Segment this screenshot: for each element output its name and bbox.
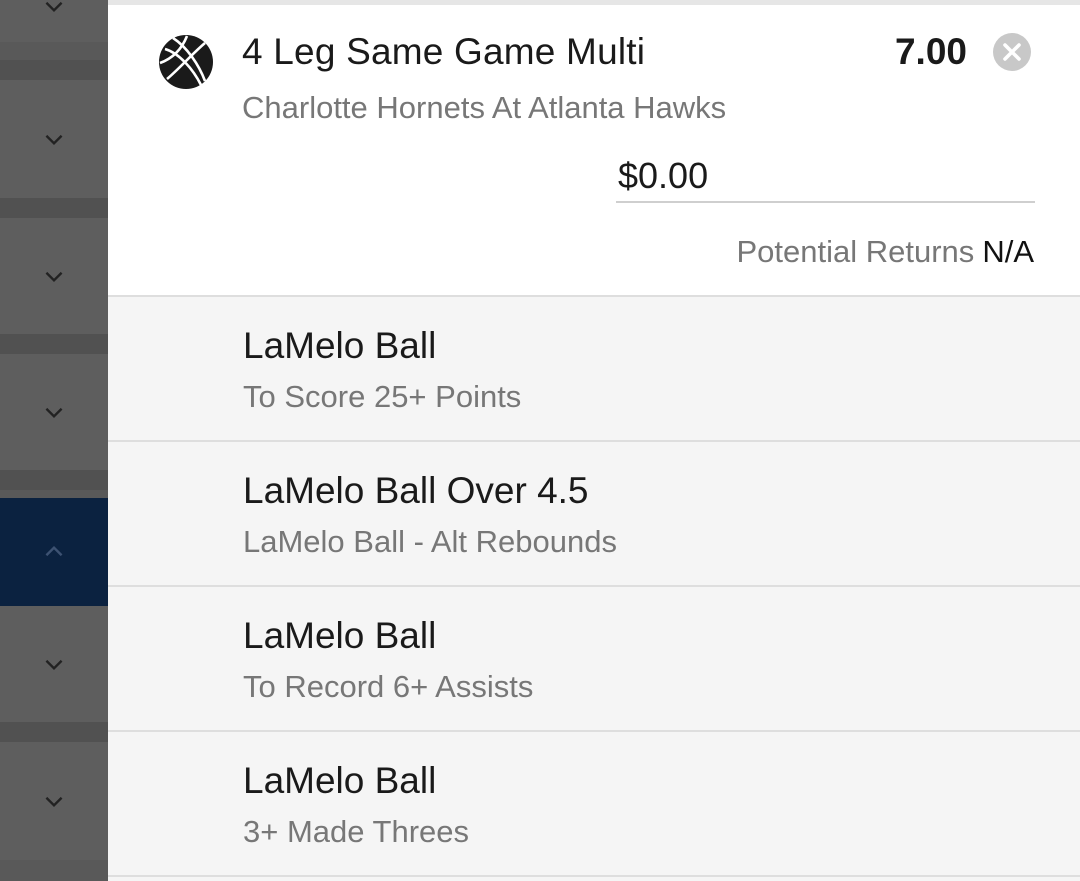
bet-title: 4 Leg Same Game Multi	[242, 31, 646, 72]
leg-market: To Score 25+ Points	[243, 379, 522, 414]
rail-divider	[0, 470, 108, 490]
leg-market: LaMelo Ball - Alt Rebounds	[243, 524, 617, 559]
chevron-down-icon	[45, 659, 63, 671]
leg-item: LaMelo Ball To Score 25+ Points	[108, 297, 1080, 442]
stake-input[interactable]	[616, 151, 1035, 203]
potential-returns-value: N/A	[982, 234, 1034, 269]
leg-item: LaMelo Ball Over 4.5 LaMelo Ball - Alt R…	[108, 442, 1080, 587]
accordion-toggle-3[interactable]	[0, 218, 108, 334]
rail-divider	[0, 198, 108, 218]
basketball-icon	[159, 35, 213, 89]
rail-divider	[0, 722, 108, 742]
chevron-down-icon	[45, 796, 63, 808]
remove-bet-button[interactable]	[992, 32, 1032, 72]
leg-market: To Record 6+ Assists	[243, 669, 534, 704]
accordion-toggle-5-active[interactable]	[0, 498, 108, 606]
event-name: Charlotte Hornets At Atlanta Hawks	[242, 90, 727, 125]
leg-title: LaMelo Ball	[243, 760, 437, 801]
background-accordion-rail	[0, 0, 108, 881]
rail-divider	[0, 60, 108, 80]
bet-header: 4 Leg Same Game Multi 7.00 Charlotte Hor…	[108, 5, 1080, 297]
potential-returns: Potential Returns N/A	[737, 234, 1035, 270]
chevron-down-icon	[45, 407, 63, 419]
leg-item: LaMelo Ball To Record 6+ Assists	[108, 587, 1080, 732]
potential-returns-label: Potential Returns	[736, 234, 975, 269]
rail-divider	[0, 334, 108, 354]
accordion-toggle-4[interactable]	[0, 354, 108, 470]
chevron-down-icon	[45, 134, 63, 146]
leg-title: LaMelo Ball Over 4.5	[243, 470, 589, 511]
leg-title: LaMelo Ball	[243, 325, 437, 366]
accordion-toggle-2[interactable]	[0, 80, 108, 198]
chevron-down-icon	[45, 1, 63, 13]
bet-slip-panel: 4 Leg Same Game Multi 7.00 Charlotte Hor…	[108, 0, 1080, 881]
leg-title: LaMelo Ball	[243, 615, 437, 656]
accordion-toggle-7[interactable]	[0, 742, 108, 860]
bet-odds[interactable]: 7.00	[895, 31, 967, 73]
leg-market: 3+ Made Threes	[243, 814, 470, 849]
accordion-toggle-6[interactable]	[0, 606, 108, 722]
chevron-up-icon	[45, 545, 63, 557]
chevron-down-icon	[45, 271, 63, 283]
accordion-toggle-1[interactable]	[0, 0, 108, 42]
leg-item: LaMelo Ball 3+ Made Threes	[108, 732, 1080, 877]
